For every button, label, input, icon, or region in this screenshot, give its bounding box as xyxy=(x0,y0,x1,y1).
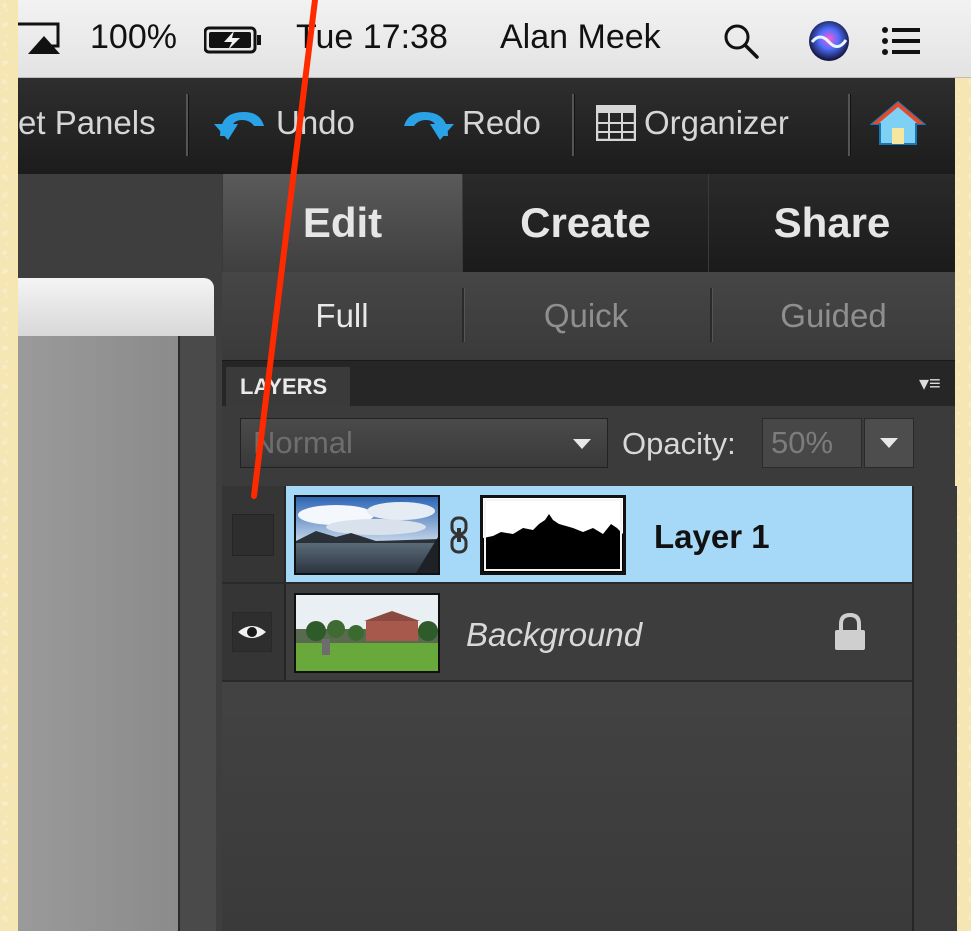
layer-thumbnail[interactable] xyxy=(294,593,440,673)
tab-share-label: Share xyxy=(773,199,891,246)
redo-label: Redo xyxy=(462,104,541,141)
reset-panels-button[interactable]: et Panels xyxy=(18,104,156,142)
tab-quick-label: Quick xyxy=(543,297,629,334)
layer-row-layer-1[interactable]: Layer 1 xyxy=(222,486,912,584)
edit-sub-tabs: Full Quick Guided xyxy=(222,272,955,360)
mode-tabs: Edit Create Share xyxy=(222,174,955,272)
layer-thumbnail[interactable] xyxy=(294,495,440,575)
tab-quick[interactable]: Quick xyxy=(464,272,708,360)
panel-bin: Edit Create Share Full Quick Guided LAYE… xyxy=(222,174,957,931)
opacity-value: 50% xyxy=(771,425,834,460)
toolbar-separator xyxy=(848,94,851,156)
tab-edit[interactable]: Edit xyxy=(222,174,462,272)
organizer-button[interactable]: Organizer xyxy=(596,104,789,142)
redo-button[interactable]: Redo xyxy=(400,104,541,142)
organizer-icon xyxy=(596,105,636,141)
toolbar-separator xyxy=(186,94,189,156)
siri-icon[interactable] xyxy=(808,20,850,62)
tab-edit-label: Edit xyxy=(302,199,383,246)
battery-charging-icon[interactable] xyxy=(204,25,264,55)
layer-content[interactable]: Background xyxy=(286,584,912,680)
tab-full-label: Full xyxy=(315,297,369,334)
blend-mode-select[interactable]: Normal xyxy=(240,418,608,468)
chevron-down-icon xyxy=(573,439,591,449)
home-button[interactable] xyxy=(870,100,926,146)
lock-icon xyxy=(835,612,865,650)
eye-icon[interactable] xyxy=(232,612,272,652)
tab-create-label: Create xyxy=(520,199,651,246)
chevron-down-icon xyxy=(880,438,898,448)
lake-thumbnail-image xyxy=(296,497,438,573)
battery-percent: 100% xyxy=(90,18,177,56)
tab-full[interactable]: Full xyxy=(222,272,462,360)
layers-panel-header: LAYERS ▾≡ xyxy=(222,360,955,407)
layer-name[interactable]: Background xyxy=(466,616,642,654)
panel-menu-icon[interactable]: ▾≡ xyxy=(919,371,945,397)
layers-panel-title: LAYERS xyxy=(240,374,328,399)
tab-share[interactable]: Share xyxy=(708,174,955,272)
visibility-toggle-off[interactable] xyxy=(232,514,274,556)
undo-icon xyxy=(214,112,264,140)
menubar-user[interactable]: Alan Meek xyxy=(500,18,661,57)
system-menubar: 100% Tue 17:38 Alan Meek xyxy=(18,0,971,78)
layers-scrollbar[interactable] xyxy=(912,486,957,931)
layer-content[interactable]: Layer 1 xyxy=(286,486,912,582)
layer-options-row: Normal Opacity: 50% xyxy=(222,406,955,486)
menubar-clock[interactable]: Tue 17:38 xyxy=(296,18,448,57)
search-icon[interactable] xyxy=(722,22,760,60)
tab-guided-label: Guided xyxy=(780,297,887,334)
tab-guided[interactable]: Guided xyxy=(712,272,955,360)
layer-name[interactable]: Layer 1 xyxy=(654,518,770,556)
layers-list: Layer 1 Background xyxy=(222,486,957,931)
blend-mode-value: Normal xyxy=(253,425,353,460)
layer-row-background[interactable]: Background xyxy=(222,584,912,682)
layers-panel-tab[interactable]: LAYERS xyxy=(226,367,350,407)
visibility-cell[interactable] xyxy=(222,486,286,582)
reset-panels-label: et Panels xyxy=(18,104,156,141)
redo-icon xyxy=(404,112,454,140)
home-icon xyxy=(870,100,926,145)
undo-label: Undo xyxy=(276,104,355,141)
app-toolbar: et Panels Undo Redo Organizer xyxy=(18,78,955,175)
opacity-input[interactable]: 50% xyxy=(762,418,862,468)
organizer-label: Organizer xyxy=(644,104,789,141)
visibility-cell[interactable] xyxy=(222,584,286,680)
opacity-dropdown-button[interactable] xyxy=(864,418,914,468)
airplay-icon[interactable] xyxy=(18,22,68,56)
tab-create[interactable]: Create xyxy=(462,174,708,272)
document-canvas[interactable] xyxy=(18,336,178,931)
canvas-scrollbar[interactable] xyxy=(178,336,216,931)
layer-mask-thumbnail[interactable] xyxy=(480,495,626,575)
mask-thumbnail-image xyxy=(483,498,623,572)
park-thumbnail-image xyxy=(296,595,438,671)
opacity-label: Opacity: xyxy=(622,426,736,461)
document-tab[interactable] xyxy=(18,278,214,336)
toolbar-separator xyxy=(572,94,575,156)
undo-button[interactable]: Undo xyxy=(214,104,355,142)
mask-link-icon[interactable] xyxy=(450,516,468,554)
notification-list-icon[interactable] xyxy=(882,26,922,56)
